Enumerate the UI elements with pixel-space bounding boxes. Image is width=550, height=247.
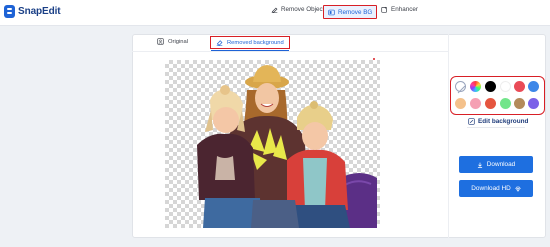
view-tabs: Original Removed background	[132, 34, 448, 52]
download-icon	[477, 162, 482, 168]
enhance-icon	[381, 6, 387, 13]
image-icon	[157, 38, 164, 45]
tab-original-label: Original	[168, 38, 188, 45]
swatch-pink[interactable]	[470, 98, 481, 109]
download-button[interactable]: Download	[459, 156, 533, 173]
swatch-black[interactable]	[485, 81, 496, 92]
swatch-blue[interactable]	[528, 81, 539, 92]
tab-removed-background[interactable]: Removed background	[210, 36, 290, 51]
eraser-icon	[216, 40, 223, 46]
snapedit-logo-icon	[4, 5, 15, 18]
nav-remove-bg[interactable]: Remove BG	[323, 5, 378, 19]
swatch-tan[interactable]	[514, 98, 525, 109]
edit-background-underline	[467, 127, 525, 128]
panel-divider	[448, 34, 449, 238]
download-hd-button[interactable]: Download HD	[459, 180, 533, 197]
nav-remove-object[interactable]: Remove Object	[271, 6, 324, 13]
canvas-marker	[373, 58, 375, 60]
top-bar	[0, 0, 550, 26]
nav-remove-object-label: Remove Object	[281, 6, 325, 13]
swatch-green[interactable]	[500, 98, 511, 109]
edit-background-label: Edit background	[478, 118, 529, 125]
swatch-color-picker[interactable]	[470, 81, 481, 92]
swatch-peach[interactable]	[455, 98, 466, 109]
tab-removed-background-label: Removed background	[227, 39, 284, 46]
remove-bg-icon	[328, 9, 335, 15]
edit-background-link[interactable]: Edit background	[468, 118, 528, 125]
swatch-purple[interactable]	[528, 98, 539, 109]
download-hd-label: Download HD	[471, 185, 511, 192]
swatch-white[interactable]	[500, 81, 511, 92]
edit-background-icon	[468, 118, 475, 125]
tab-original[interactable]: Original	[157, 38, 188, 45]
swatch-transparent[interactable]	[455, 81, 466, 94]
app-logo[interactable]: SnapEdit	[4, 5, 61, 18]
swatch-orange-red[interactable]	[485, 98, 496, 109]
nav-remove-bg-label: Remove BG	[338, 8, 373, 16]
app-name: SnapEdit	[18, 6, 61, 17]
nav-enhancer[interactable]: Enhancer	[381, 6, 418, 13]
cutout-photo	[197, 65, 377, 228]
magic-eraser-icon	[271, 7, 278, 13]
swatch-red[interactable]	[514, 81, 525, 92]
diamond-icon	[515, 186, 521, 192]
no-color-icon	[457, 85, 466, 94]
nav-enhancer-label: Enhancer	[391, 6, 418, 13]
download-label: Download	[486, 161, 516, 168]
image-canvas[interactable]	[165, 60, 380, 228]
